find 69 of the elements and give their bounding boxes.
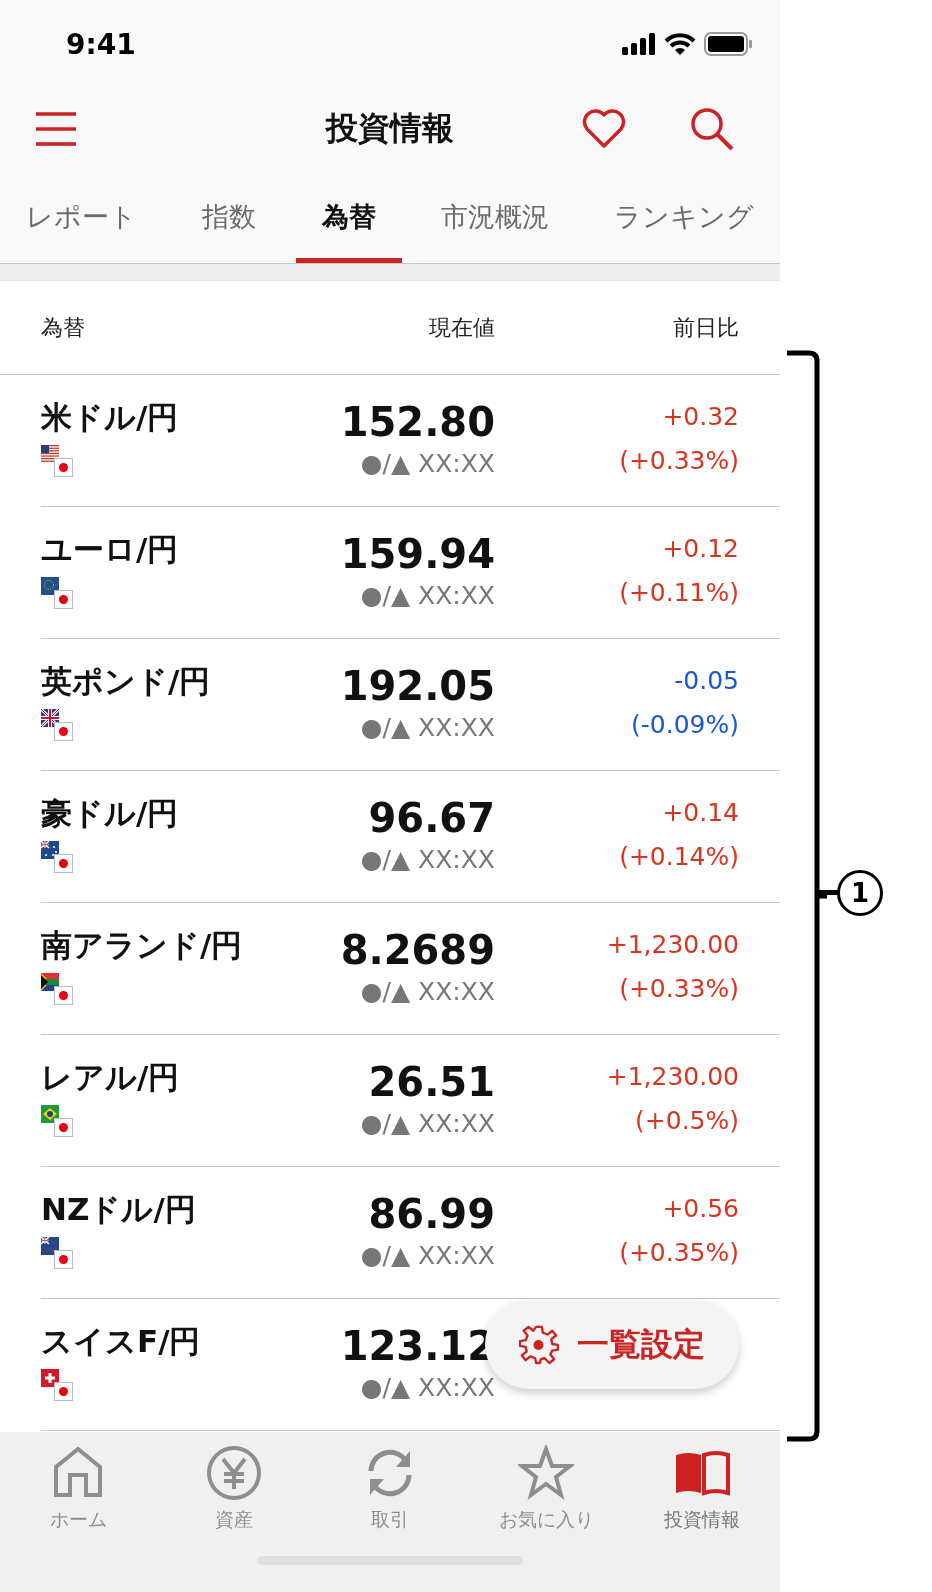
- current-rate: 86.99: [368, 1190, 495, 1239]
- tab-bar-item[interactable]: お気に入り: [468, 1444, 624, 1534]
- flag-pair-icon: [41, 841, 73, 873]
- yen-coin-icon: [206, 1445, 262, 1501]
- callout-tick: [816, 890, 838, 896]
- update-time: ●/▲ XX:XX: [360, 976, 495, 1008]
- change-value: +0.12: [662, 533, 739, 565]
- favorite-button[interactable]: [582, 109, 626, 149]
- gear-icon: [519, 1324, 559, 1365]
- change-percent: (-0.09%): [631, 709, 739, 741]
- callout-number: 1: [837, 870, 883, 916]
- current-rate: 8.2689: [340, 926, 495, 975]
- current-rate: 26.51: [368, 1058, 495, 1107]
- tab-bar-item[interactable]: 投資情報: [624, 1444, 780, 1534]
- update-time: ●/▲ XX:XX: [360, 712, 495, 744]
- change-percent: (+0.33%): [619, 973, 739, 1005]
- signal-icon: [622, 33, 656, 55]
- flag-pair-icon: [41, 709, 73, 741]
- battery-icon: [704, 32, 752, 56]
- current-rate: 159.94: [340, 530, 495, 579]
- status-time: 9:41: [66, 27, 136, 61]
- update-time: ●/▲ XX:XX: [360, 448, 495, 480]
- flag-pair-icon: [41, 1369, 73, 1401]
- change-percent: (+0.5%): [635, 1105, 739, 1137]
- currency-pair: 南アランド/円: [41, 926, 244, 965]
- current-rate: 192.05: [340, 662, 495, 711]
- currency-pair: NZドル/円: [41, 1190, 197, 1229]
- tab-bar-item[interactable]: ホーム: [0, 1444, 156, 1534]
- flag-pair-icon: [41, 973, 73, 1005]
- currency-pair: スイスF/円: [41, 1322, 202, 1361]
- change-value: -0.05: [674, 665, 739, 697]
- currency-pair: レアル/円: [41, 1058, 181, 1097]
- update-time: ●/▲ XX:XX: [360, 1108, 495, 1140]
- page-title: 投資情報: [326, 108, 454, 149]
- currency-pair: ユーロ/円: [41, 530, 180, 569]
- change-value: +0.32: [662, 401, 739, 433]
- update-time: ●/▲ XX:XX: [360, 580, 495, 612]
- current-rate: 152.80: [340, 398, 495, 447]
- tab[interactable]: ランキング: [588, 170, 780, 263]
- star-icon: [518, 1445, 574, 1501]
- tab[interactable]: レポート: [0, 170, 163, 263]
- currency-pair: 米ドル/円: [41, 398, 180, 437]
- change-value: +1,230.00: [606, 1061, 739, 1093]
- tab[interactable]: 市況概況: [414, 170, 575, 263]
- flag-pair-icon: [41, 445, 73, 477]
- tab-bar-item[interactable]: 取引: [312, 1444, 468, 1534]
- flag-pair-icon: [41, 1105, 73, 1137]
- column-header: 現在値: [428, 313, 495, 342]
- wifi-icon: [664, 32, 696, 56]
- flag-pair-icon: [41, 577, 73, 609]
- column-header: 前日比: [672, 313, 739, 342]
- change-value: +1,230.00: [606, 929, 739, 961]
- tab-bar-item[interactable]: 資産: [156, 1444, 312, 1534]
- current-rate: 96.67: [368, 794, 495, 843]
- update-time: ●/▲ XX:XX: [360, 844, 495, 876]
- update-time: ●/▲ XX:XX: [360, 1240, 495, 1272]
- change-percent: (+0.11%): [619, 577, 739, 609]
- currency-pair: 豪ドル/円: [41, 794, 180, 833]
- flag-pair-icon: [41, 1237, 73, 1269]
- change-percent: (+0.14%): [619, 841, 739, 873]
- change-percent: (+0.33%): [619, 445, 739, 477]
- tab[interactable]: 指数: [176, 170, 283, 263]
- change-percent: (+0.35%): [619, 1237, 739, 1269]
- change-value: +0.14: [662, 797, 739, 829]
- search-button[interactable]: [690, 107, 734, 151]
- menu-button[interactable]: [36, 112, 76, 146]
- column-header: 為替: [41, 313, 86, 342]
- change-value: +0.56: [662, 1193, 739, 1225]
- currency-pair: 英ポンド/円: [41, 662, 212, 701]
